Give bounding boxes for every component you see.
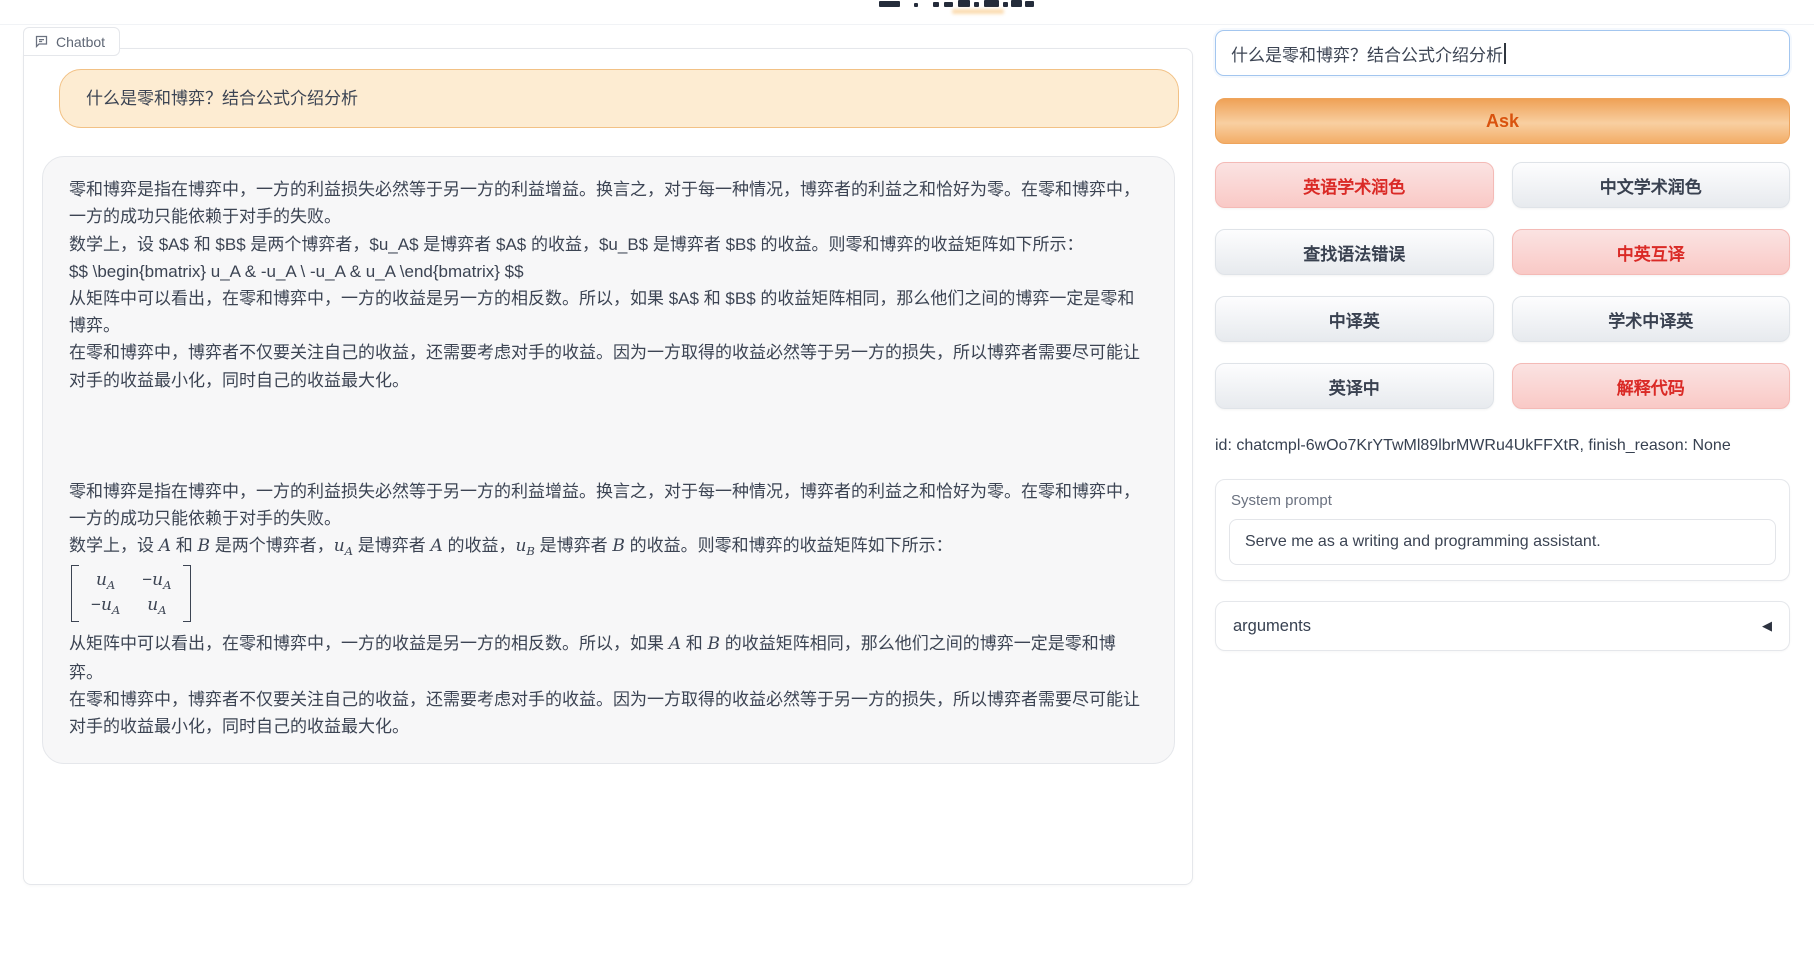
bot-raw-block: 零和博弈是指在博弈中，一方的利益损失必然等于另一方的利益增益。换言之，对于每一种… [69,176,1148,394]
matrix-left-bracket [71,565,79,623]
arguments-accordion-label: arguments [1233,617,1311,636]
chatbot-label-text: Chatbot [56,34,105,50]
user-message-text: 什么是零和博弈？结合公式介绍分析 [86,85,1152,112]
function-button[interactable]: 解释代码 [1512,363,1791,409]
bot-rendered-p1: 零和博弈是指在博弈中，一方的利益损失必然等于另一方的利益增益。换言之，对于每一种… [69,478,1148,532]
bot-rendered-p3: 从矩阵中可以看出，在零和博弈中，一方的收益是另一方的相反数。所以，如果 A 和 … [69,630,1148,685]
function-button[interactable]: 中文学术润色 [1512,162,1791,208]
matrix-grid: uA−uA−uAuA [79,565,183,623]
ask-button[interactable]: Ask [1215,98,1790,144]
bot-paragraph: $$ \begin{bmatrix} u_A & -u_A \ -u_A & u… [69,258,1148,285]
function-button[interactable]: 英译中 [1215,363,1494,409]
matrix-cell: uA [96,568,115,594]
bot-paragraph: 数学上，设 $A$ 和 $B$ 是两个博弈者，$u_A$ 是博弈者 $A$ 的收… [69,231,1148,258]
system-prompt-label: System prompt [1231,492,1776,509]
accordion-collapse-icon: ◀ [1762,618,1772,634]
response-status-line: id: chatcmpl-6wOo7KrYTwMl89lbrMWRu4UkFFX… [1215,437,1790,455]
message-gap [69,394,1148,478]
bot-rendered-math-intro: 数学上，设 A 和 B 是两个博弈者，uA 是博弈者 A 的收益，uB 是博弈者… [69,532,1148,561]
user-message: 什么是零和博弈？结合公式介绍分析 [59,69,1179,128]
question-input-value: 什么是零和博弈？结合公式介绍分析 [1231,41,1503,66]
chat-bubble-icon [34,34,49,49]
bot-paragraph: 从矩阵中可以看出，在零和博弈中，一方的收益是另一方的相反数。所以，如果 $A$ … [69,285,1148,339]
main-row: Chatbot 什么是零和博弈？结合公式介绍分析 零和博弈是指在博弈中，一方的利… [0,25,1814,885]
question-input[interactable]: 什么是零和博弈？结合公式介绍分析 [1215,30,1790,76]
control-column: 什么是零和博弈？结合公式介绍分析 Ask 英语学术润色中文学术润色查找语法错误中… [1215,30,1790,651]
clipped-heading [0,0,1814,25]
bot-rendered-p4: 在零和博弈中，博弈者不仅要关注自己的收益，还需要考虑对手的收益。因为一方取得的收… [69,686,1148,740]
chatbot-panel: Chatbot 什么是零和博弈？结合公式介绍分析 零和博弈是指在博弈中，一方的利… [23,48,1193,885]
function-button[interactable]: 中英互译 [1512,229,1791,275]
function-button[interactable]: 中译英 [1215,296,1494,342]
bot-paragraph: 在零和博弈中，博弈者不仅要关注自己的收益，还需要考虑对手的收益。因为一方取得的收… [69,339,1148,393]
text-cursor [1504,43,1506,64]
payoff-matrix: uA−uA−uAuA [71,565,191,623]
bot-message: 零和博弈是指在博弈中，一方的利益损失必然等于另一方的利益增益。换言之，对于每一种… [42,156,1175,764]
function-button[interactable]: 查找语法错误 [1215,229,1494,275]
function-button[interactable]: 学术中译英 [1512,296,1791,342]
matrix-cell: −uA [91,593,120,619]
bot-rendered-block: 零和博弈是指在博弈中，一方的利益损失必然等于另一方的利益增益。换言之，对于每一种… [69,478,1148,740]
arguments-accordion[interactable]: arguments ◀ [1215,601,1790,651]
matrix-cell: uA [147,593,166,619]
system-prompt-input[interactable]: Serve me as a writing and programming as… [1229,519,1776,565]
chatbot-label: Chatbot [23,27,120,56]
system-prompt-box: System prompt Serve me as a writing and … [1215,479,1790,581]
bot-paragraph: 零和博弈是指在博弈中，一方的利益损失必然等于另一方的利益增益。换言之，对于每一种… [69,176,1148,230]
function-button-grid: 英语学术润色中文学术润色查找语法错误中英互译中译英学术中译英英译中解释代码 [1215,162,1790,409]
matrix-right-bracket [183,565,191,623]
function-button[interactable]: 英语学术润色 [1215,162,1494,208]
matrix-cell: −uA [142,568,171,594]
